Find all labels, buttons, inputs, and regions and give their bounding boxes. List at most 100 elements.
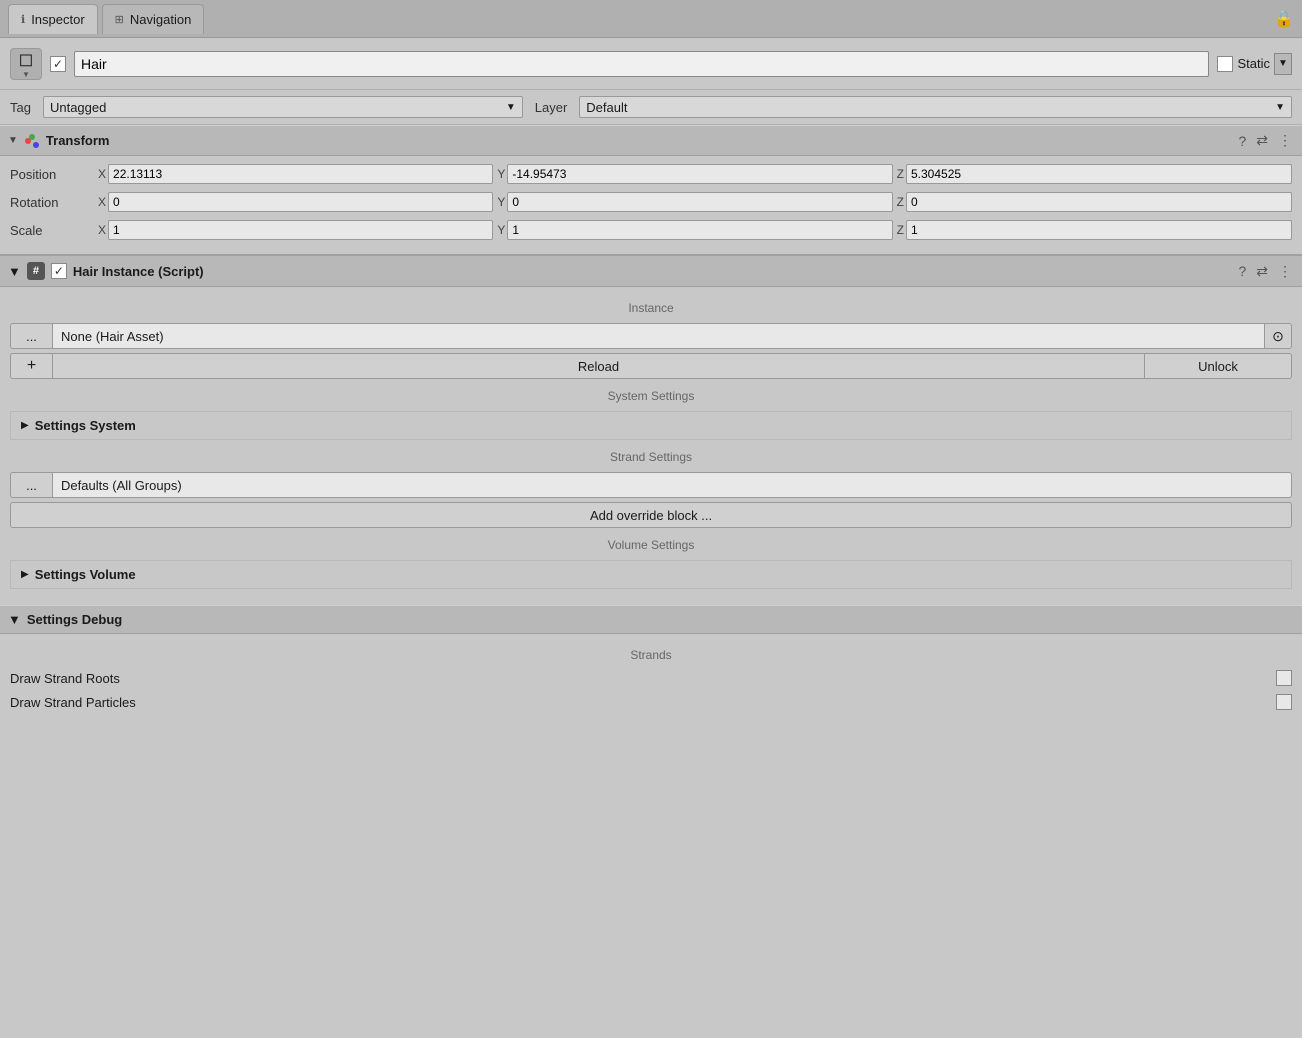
rotation-y-input[interactable] <box>507 192 892 212</box>
object-active-checkbox[interactable]: ✓ <box>50 56 66 72</box>
transform-section-header: ▼ Transform ? ⇄ ⋮ <box>0 125 1302 156</box>
system-settings-label: System Settings <box>0 383 1302 407</box>
add-override-label: Add override block ... <box>590 508 712 523</box>
scale-row: Scale X Y Z <box>0 216 1302 244</box>
asset-row: ... None (Hair Asset) ⊙ <box>10 323 1292 349</box>
layer-label: Layer <box>535 100 568 115</box>
static-dropdown[interactable]: ▼ <box>1274 53 1292 75</box>
scale-xyz: X Y Z <box>98 220 1292 240</box>
draw-strand-particles-row: Draw Strand Particles <box>0 690 1302 714</box>
settings-system-row[interactable]: ▶ Settings System <box>10 411 1292 440</box>
layer-dropdown[interactable]: Default ▼ <box>579 96 1292 118</box>
scale-y-field: Y <box>497 220 892 240</box>
scale-x-axis: X <box>98 223 106 237</box>
asset-dots-label: ... <box>26 329 37 344</box>
position-z-axis: Z <box>897 167 904 181</box>
draw-strand-particles-checkbox[interactable] <box>1276 694 1292 710</box>
settings-volume-title: Settings Volume <box>35 567 136 582</box>
hair-script-settings-button[interactable]: ⇄ <box>1254 263 1270 280</box>
rotation-z-input[interactable] <box>906 192 1292 212</box>
tag-layer-row: Tag Untagged ▼ Layer Default ▼ <box>0 90 1302 125</box>
strand-asset-row: ... Defaults (All Groups) <box>10 472 1292 498</box>
position-x-axis: X <box>98 167 106 181</box>
hair-script-menu-button[interactable]: ⋮ <box>1276 263 1294 280</box>
hair-script-header: ▼ # ✓ Hair Instance (Script) ? ⇄ ⋮ <box>0 256 1302 287</box>
settings-debug-header: ▼ Settings Debug <box>0 605 1302 634</box>
position-y-axis: Y <box>497 167 505 181</box>
transform-title: Transform <box>46 133 1231 148</box>
settings-debug-section: ▼ Settings Debug Strands Draw Strand Roo… <box>0 605 1302 722</box>
transform-icon <box>24 133 40 149</box>
navigation-tab-label: Navigation <box>130 12 191 27</box>
position-x-input[interactable] <box>108 164 493 184</box>
scale-x-field: X <box>98 220 493 240</box>
draw-strand-roots-label: Draw Strand Roots <box>10 671 1268 686</box>
tag-dropdown[interactable]: Untagged ▼ <box>43 96 523 118</box>
object-name-input[interactable] <box>74 51 1209 77</box>
hair-script-active-checkbox[interactable]: ✓ <box>51 263 67 279</box>
position-z-input[interactable] <box>906 164 1292 184</box>
navigation-icon: ⊞ <box>115 13 124 26</box>
scale-y-input[interactable] <box>507 220 892 240</box>
scale-y-axis: Y <box>497 223 505 237</box>
tab-navigation[interactable]: ⊞ Navigation <box>102 4 205 34</box>
tag-arrow-icon: ▼ <box>506 102 516 113</box>
asset-dots-button[interactable]: ... <box>10 323 52 349</box>
tag-value: Untagged <box>50 100 106 115</box>
settings-volume-row[interactable]: ▶ Settings Volume <box>10 560 1292 589</box>
rotation-y-field: Y <box>497 192 892 212</box>
scale-z-field: Z <box>897 220 1292 240</box>
transform-chevron-icon[interactable]: ▼ <box>8 135 18 146</box>
transform-menu-button[interactable]: ⋮ <box>1276 132 1294 149</box>
unlock-button[interactable]: Unlock <box>1144 353 1292 379</box>
scale-z-input[interactable] <box>906 220 1292 240</box>
hair-script-help-button[interactable]: ? <box>1236 263 1248 279</box>
settings-volume-chevron-icon: ▶ <box>21 569 29 580</box>
asset-circle-button[interactable]: ⊙ <box>1264 323 1292 349</box>
position-z-field: Z <box>897 164 1292 184</box>
asset-value: None (Hair Asset) <box>61 329 164 344</box>
plus-label: + <box>27 357 36 375</box>
transform-actions: ? ⇄ ⋮ <box>1236 132 1294 149</box>
lock-icon[interactable]: 🔒 <box>1274 9 1294 29</box>
rotation-x-field: X <box>98 192 493 212</box>
reload-button[interactable]: Reload <box>52 353 1144 379</box>
transform-settings-button[interactable]: ⇄ <box>1254 132 1270 149</box>
add-override-button[interactable]: Add override block ... <box>10 502 1292 528</box>
scale-x-input[interactable] <box>108 220 493 240</box>
hair-script-section: ▼ # ✓ Hair Instance (Script) ? ⇄ ⋮ Insta… <box>0 254 1302 601</box>
rotation-x-axis: X <box>98 195 106 209</box>
settings-system-title: Settings System <box>35 418 136 433</box>
action-row: + Reload Unlock <box>10 353 1292 379</box>
tab-bar: ℹ Inspector ⊞ Navigation 🔒 <box>0 0 1302 38</box>
settings-debug-chevron-icon[interactable]: ▼ <box>8 612 21 627</box>
reload-label: Reload <box>578 359 619 374</box>
plus-button[interactable]: + <box>10 353 52 379</box>
static-area: Static ▼ <box>1217 53 1292 75</box>
rotation-label: Rotation <box>10 195 90 210</box>
position-label: Position <box>10 167 90 182</box>
object-header: ◻ ▼ ✓ Static ▼ <box>0 38 1302 90</box>
asset-circle-icon: ⊙ <box>1272 328 1284 345</box>
settings-system-chevron-icon: ▶ <box>21 420 29 431</box>
transform-help-button[interactable]: ? <box>1236 133 1248 149</box>
settings-debug-body: Strands Draw Strand Roots Draw Strand Pa… <box>0 634 1302 722</box>
strands-label: Strands <box>0 642 1302 666</box>
layer-value: Default <box>586 100 627 115</box>
rotation-x-input[interactable] <box>108 192 493 212</box>
position-y-input[interactable] <box>507 164 892 184</box>
static-checkbox[interactable] <box>1217 56 1233 72</box>
transform-body: Position X Y Z Rotation X Y <box>0 156 1302 248</box>
unlock-label: Unlock <box>1198 359 1238 374</box>
instance-label: Instance <box>0 295 1302 319</box>
tab-inspector[interactable]: ℹ Inspector <box>8 4 98 34</box>
inspector-tab-label: Inspector <box>31 12 84 27</box>
scale-label: Scale <box>10 223 90 238</box>
strand-defaults-value: Defaults (All Groups) <box>61 478 182 493</box>
draw-strand-roots-checkbox[interactable] <box>1276 670 1292 686</box>
static-label: Static <box>1237 56 1270 71</box>
object-type-icon: ◻ ▼ <box>10 48 42 80</box>
strand-dots-button[interactable]: ... <box>10 472 52 498</box>
hair-script-chevron-icon[interactable]: ▼ <box>8 264 21 279</box>
position-y-field: Y <box>497 164 892 184</box>
